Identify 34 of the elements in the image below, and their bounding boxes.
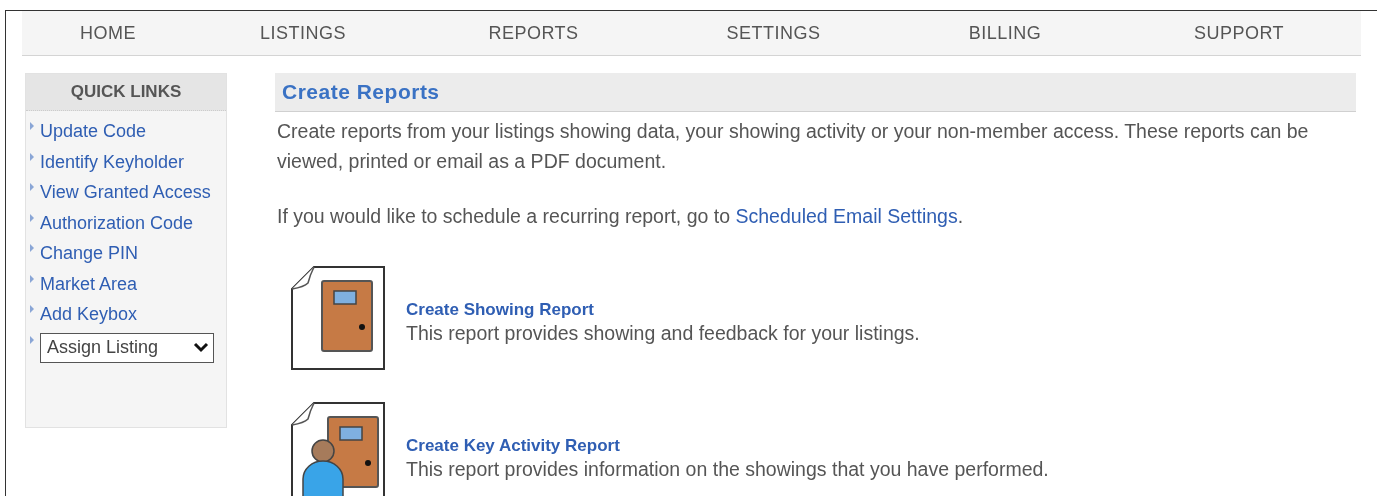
quick-link[interactable]: Market Area <box>40 268 138 299</box>
section-title: Create Reports <box>282 80 440 104</box>
bullet-icon <box>30 213 34 222</box>
report-link[interactable]: Create Key Activity Report <box>406 435 1049 456</box>
intro-text: Create reports from your listings showing data, your showing activity or your non-member access. These reports can be viewed, printed or email as a PDF document. <box>277 119 1310 174</box>
quick-link[interactable]: Update Code <box>40 116 147 147</box>
nav-link[interactable]: LISTINGS <box>194 22 412 44</box>
door-document-icon <box>290 265 388 371</box>
report-link[interactable]: Create Showing Report <box>406 299 920 320</box>
bullet-icon <box>30 305 34 313</box>
report-description: This report provides information on the showings that you have performed. <box>406 457 1049 481</box>
person-door-document-icon <box>290 401 388 496</box>
schedule-text: If you would like to schedule a recurring report, go to Scheduled Email Settings. <box>277 204 965 229</box>
nav-link[interactable]: HOME <box>22 22 194 44</box>
scheduled-email-settings-link[interactable]: Scheduled Email Settings <box>735 205 958 227</box>
bullet-icon <box>30 335 34 344</box>
quick-link[interactable]: View Granted Access <box>40 177 211 208</box>
nav-link[interactable]: REPORTS <box>412 22 655 44</box>
quick-link[interactable]: Identify Keyholder <box>40 146 185 177</box>
chevron-down-icon <box>193 342 209 353</box>
bullet-icon <box>30 244 34 252</box>
panel-title: QUICK LINKS <box>26 74 226 111</box>
nav-link[interactable]: SETTINGS <box>655 22 892 44</box>
bullet-icon <box>30 274 34 283</box>
nav-link[interactable]: SUPPORT <box>1118 22 1360 44</box>
quick-link[interactable]: Authorization Code <box>40 207 194 238</box>
report-description: This report provides showing and feedback for your listings. <box>406 321 920 345</box>
nav-link[interactable]: BILLING <box>892 22 1118 44</box>
bullet-icon <box>30 152 34 161</box>
quick-link[interactable]: Add Keybox <box>40 299 138 330</box>
quick-link[interactable]: Change PIN <box>40 238 139 269</box>
bullet-icon <box>30 122 34 130</box>
assign-listing-select[interactable]: Assign Listing <box>40 332 214 363</box>
bullet-icon <box>30 183 34 191</box>
